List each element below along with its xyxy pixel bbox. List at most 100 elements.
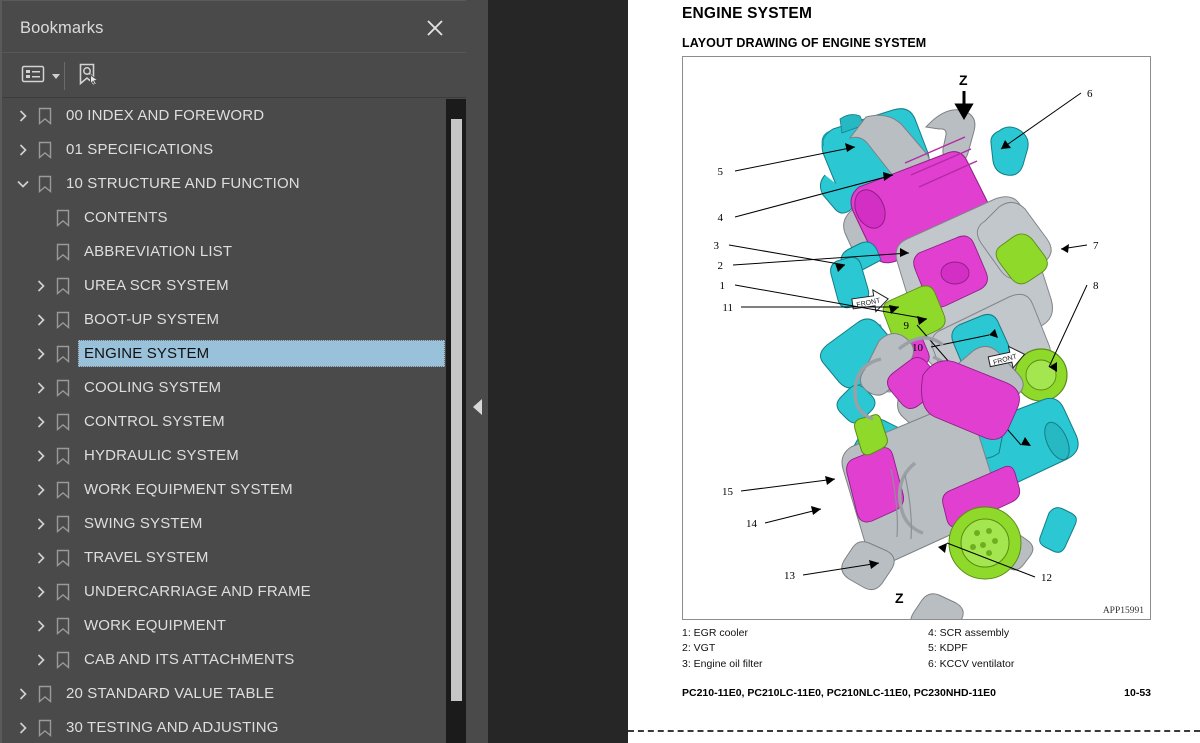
bookmark-icon xyxy=(55,447,71,465)
page-subtitle: LAYOUT DRAWING OF ENGINE SYSTEM xyxy=(682,36,927,50)
find-bookmark-button[interactable] xyxy=(74,61,100,91)
toolbar-separator xyxy=(64,62,65,90)
bookmark-item-30-testing-and-adjusting[interactable]: 30 TESTING AND ADJUSTING xyxy=(2,711,446,743)
bookmark-label: SWING SYSTEM xyxy=(84,515,203,532)
bookmarks-panel: Bookmarks 00 INDEX AND FOREWORD 01 SPECI… xyxy=(0,0,466,743)
bookmark-icon xyxy=(55,549,71,567)
bookmark-item-cab-and-its-attachments[interactable]: CAB AND ITS ATTACHMENTS xyxy=(2,643,446,677)
chevron-right-icon[interactable] xyxy=(33,618,49,634)
bookmarks-panel-header: Bookmarks xyxy=(2,1,466,52)
bookmark-icon xyxy=(37,685,53,703)
bookmark-icon xyxy=(37,107,53,125)
bookmark-item-00-index-and-foreword[interactable]: 00 INDEX AND FOREWORD xyxy=(2,99,446,133)
bookmark-item-10-structure-and-function[interactable]: 10 STRUCTURE AND FUNCTION xyxy=(2,167,446,201)
chevron-right-icon[interactable] xyxy=(33,516,49,532)
callout-5: 5 xyxy=(718,166,724,178)
bookmark-item-abbreviation-list[interactable]: ABBREVIATION LIST xyxy=(2,235,446,269)
bookmark-label: UNDERCARRIAGE AND FRAME xyxy=(84,583,311,600)
legend-item: 6: KCCV ventilator xyxy=(928,657,1015,670)
bookmark-label: 30 TESTING AND ADJUSTING xyxy=(66,719,279,736)
bookmark-item-hydraulic-system[interactable]: HYDRAULIC SYSTEM xyxy=(2,439,446,473)
callout-9: 9 xyxy=(904,320,910,332)
bookmark-item-travel-system[interactable]: TRAVEL SYSTEM xyxy=(2,541,446,575)
legend-left: 1: EGR cooler 2: VGT 3: Engine oil filte… xyxy=(682,626,763,672)
bookmark-item-cooling-system[interactable]: COOLING SYSTEM xyxy=(2,371,446,405)
bookmark-item-work-equipment[interactable]: WORK EQUIPMENT xyxy=(2,609,446,643)
chevron-right-icon[interactable] xyxy=(33,550,49,566)
bookmark-label: TRAVEL SYSTEM xyxy=(84,549,209,566)
bookmarks-scrollbar-thumb[interactable] xyxy=(451,119,462,701)
chevron-right-icon[interactable] xyxy=(33,380,49,396)
footer-models: PC210-11E0, PC210LC-11E0, PC210NLC-11E0,… xyxy=(682,687,997,699)
bookmark-label: 10 STRUCTURE AND FUNCTION xyxy=(66,175,300,192)
page-separator xyxy=(628,730,1200,732)
bookmarks-tree[interactable]: 00 INDEX AND FOREWORD 01 SPECIFICATIONS 10… xyxy=(2,99,446,743)
bookmark-icon xyxy=(55,209,71,227)
bookmark-item-boot-up-system[interactable]: BOOT-UP SYSTEM xyxy=(2,303,446,337)
chevron-right-icon[interactable] xyxy=(33,414,49,430)
figure-frame: Z FRONT 5 4 3 2 1 11 6 7 8 10 9 FRONT 15… xyxy=(682,56,1151,620)
bookmark-label: ENGINE SYSTEM xyxy=(84,345,210,362)
document-page: ENGINE SYSTEM LAYOUT DRAWING OF ENGINE S… xyxy=(628,0,1200,743)
bookmark-item-swing-system[interactable]: SWING SYSTEM xyxy=(2,507,446,541)
callout-4: 4 xyxy=(718,212,724,224)
panel-title: Bookmarks xyxy=(20,19,104,37)
chevron-right-icon[interactable] xyxy=(33,448,49,464)
bookmark-item-urea-scr-system[interactable]: UREA SCR SYSTEM xyxy=(2,269,446,303)
bookmark-item-contents[interactable]: CONTENTS xyxy=(2,201,446,235)
bookmark-icon xyxy=(55,277,71,295)
callout-14: 14 xyxy=(746,518,758,530)
bookmark-icon xyxy=(37,719,53,737)
legend-item: 4: SCR assembly xyxy=(928,627,1010,639)
bookmark-label: UREA SCR SYSTEM xyxy=(84,277,229,294)
bookmarks-scrollbar-track[interactable] xyxy=(446,99,466,743)
bookmark-label: 20 STANDARD VALUE TABLE xyxy=(66,685,275,702)
chevron-right-icon[interactable] xyxy=(33,482,49,498)
callout-11: 11 xyxy=(722,302,733,314)
bookmark-icon xyxy=(55,617,71,635)
callout-15: 15 xyxy=(722,486,734,498)
close-icon[interactable] xyxy=(422,15,448,41)
bookmark-item-control-system[interactable]: CONTROL SYSTEM xyxy=(2,405,446,439)
callout-12: 12 xyxy=(1041,572,1052,584)
chevron-right-icon[interactable] xyxy=(33,278,49,294)
chevron-right-icon[interactable] xyxy=(33,346,49,362)
bookmark-icon xyxy=(55,583,71,601)
collapse-left-icon[interactable] xyxy=(472,398,484,416)
bookmark-label: CAB AND ITS ATTACHMENTS xyxy=(84,651,295,668)
bookmark-item-work-equipment-system[interactable]: WORK EQUIPMENT SYSTEM xyxy=(2,473,446,507)
bookmark-label: COOLING SYSTEM xyxy=(84,379,222,396)
bookmark-icon xyxy=(55,481,71,499)
chevron-right-icon[interactable] xyxy=(15,686,31,702)
legend-right: 4: SCR assembly 5: KDPF 6: KCCV ventilat… xyxy=(928,626,1014,672)
figure-id: APP15991 xyxy=(1102,606,1144,616)
chevron-right-icon[interactable] xyxy=(33,652,49,668)
bookmark-icon xyxy=(55,345,71,363)
chevron-right-icon[interactable] xyxy=(15,720,31,736)
bookmark-icon xyxy=(55,243,71,261)
bookmark-label: ABBREVIATION LIST xyxy=(84,243,233,260)
list-options-button[interactable] xyxy=(20,61,60,91)
callout-13: 13 xyxy=(784,570,796,582)
legend-item: 3: Engine oil filter xyxy=(682,657,763,670)
bookmark-icon xyxy=(55,413,71,431)
bookmark-icon xyxy=(55,311,71,329)
bookmark-label: CONTROL SYSTEM xyxy=(84,413,225,430)
chevron-right-icon[interactable] xyxy=(15,142,31,158)
bookmark-item-engine-system[interactable]: ENGINE SYSTEM xyxy=(2,337,446,371)
page-title: ENGINE SYSTEM xyxy=(682,5,813,22)
chevron-right-icon[interactable] xyxy=(33,584,49,600)
bookmark-label: BOOT-UP SYSTEM xyxy=(84,311,220,328)
bookmark-item-undercarriage-and-frame[interactable]: UNDERCARRIAGE AND FRAME xyxy=(2,575,446,609)
callout-2: 2 xyxy=(718,260,724,272)
chevron-right-icon[interactable] xyxy=(15,108,31,124)
footer-page-number: 10-53 xyxy=(1124,687,1151,699)
bookmark-icon xyxy=(55,515,71,533)
bookmark-item-20-standard-value-table[interactable]: 20 STANDARD VALUE TABLE xyxy=(2,677,446,711)
callout-6: 6 xyxy=(1087,88,1093,100)
bookmark-item-01-specifications[interactable]: 01 SPECIFICATIONS xyxy=(2,133,446,167)
callout-1: 1 xyxy=(720,280,726,292)
callout-7: 7 xyxy=(1093,240,1099,252)
chevron-right-icon[interactable] xyxy=(33,312,49,328)
chevron-down-icon[interactable] xyxy=(15,176,31,192)
